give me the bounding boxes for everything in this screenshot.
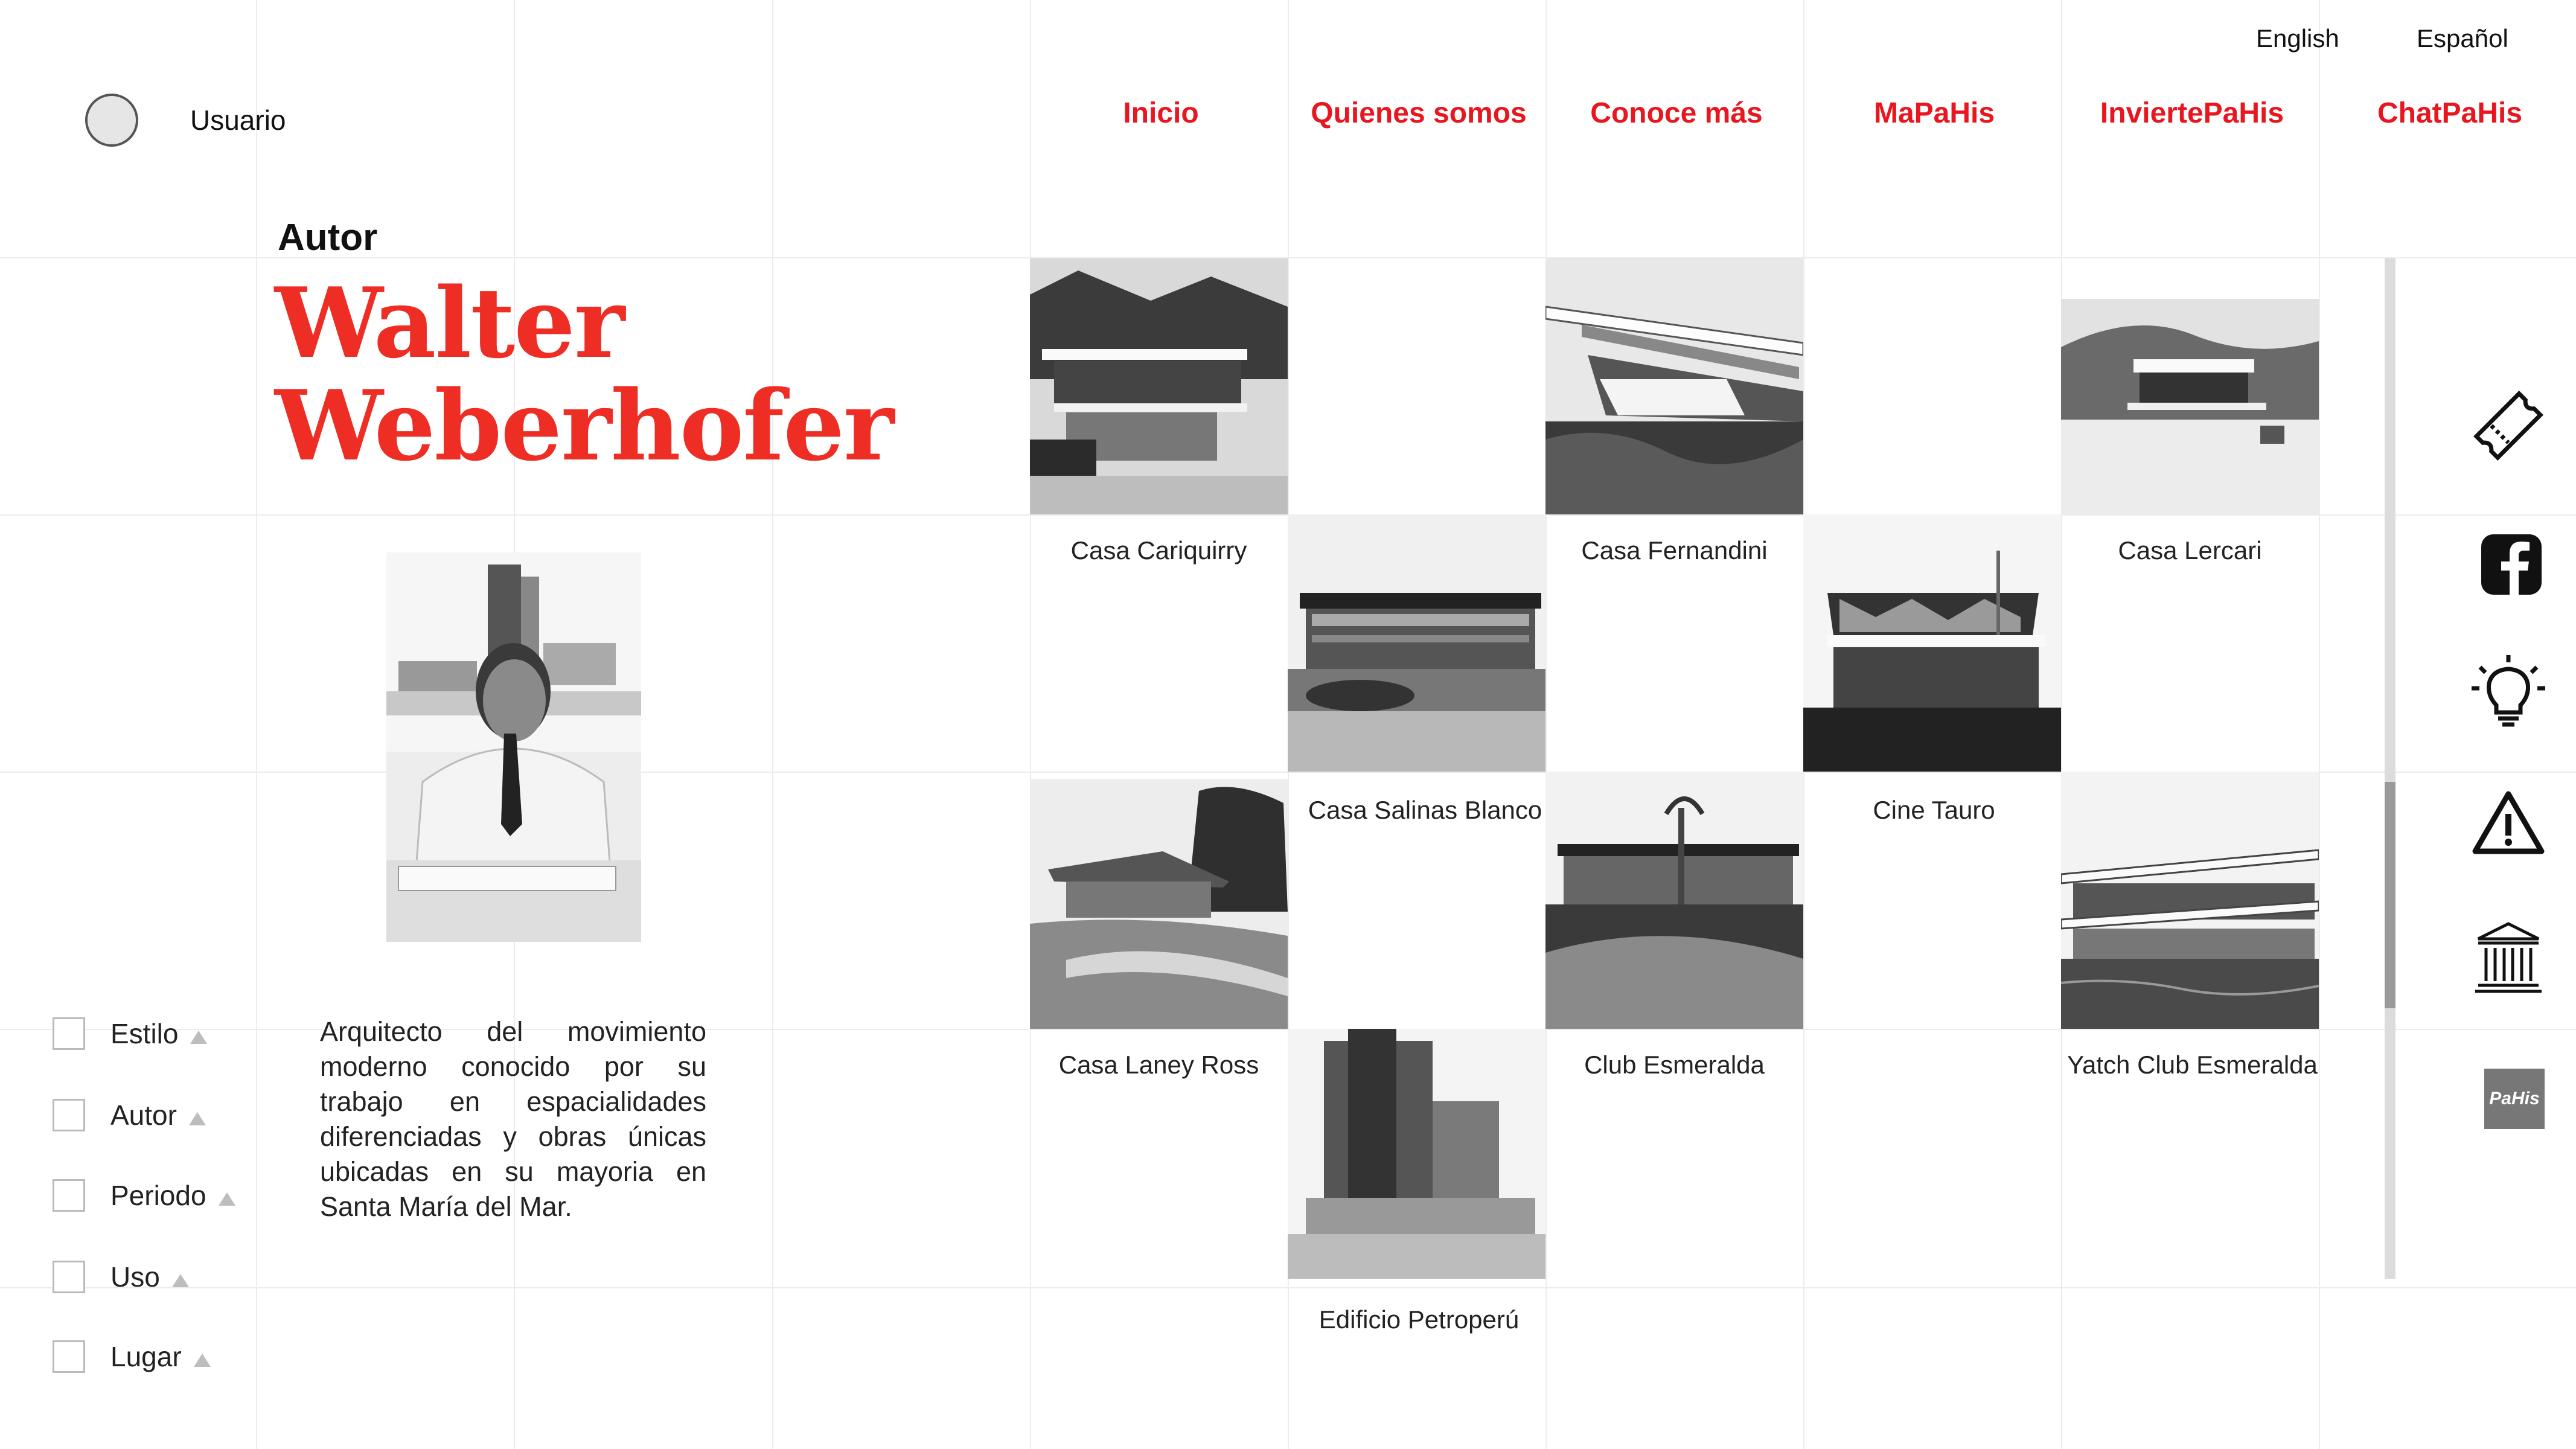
author-first-name: Walter [275, 266, 625, 380]
pahis-logo-icon[interactable]: PaHis [2484, 1069, 2545, 1129]
project-image-club-esmeralda[interactable] [1545, 772, 1803, 1029]
project-caption-yatch-club-esmeralda[interactable]: Yatch Club Esmeralda [2063, 1051, 2321, 1080]
project-image-casa-salinas-blanco[interactable] [1288, 514, 1545, 772]
project-image-cine-tauro[interactable] [1803, 514, 2061, 772]
project-image-edificio-petroperu[interactable] [1288, 1029, 1545, 1279]
pahis-badge-text: PaHis [2489, 1089, 2540, 1108]
checkbox[interactable] [53, 1261, 85, 1293]
author-kicker: Autor [278, 217, 378, 258]
triangle-up-icon[interactable] [190, 1031, 208, 1044]
project-caption-edificio-petroperu[interactable]: Edificio Petroperú [1290, 1305, 1548, 1334]
project-caption-casa-fernandini[interactable]: Casa Fernandini [1545, 536, 1803, 565]
checkbox[interactable] [53, 1340, 85, 1373]
filter-uso[interactable]: Uso [53, 1261, 189, 1293]
user-label[interactable]: Usuario [190, 104, 286, 136]
triangle-up-icon[interactable] [193, 1354, 211, 1367]
author-last-name: Weberhofer [275, 369, 894, 482]
checkbox[interactable] [53, 1179, 85, 1212]
project-caption-casa-laney-ross[interactable]: Casa Laney Ross [1030, 1051, 1288, 1080]
project-caption-cine-tauro[interactable]: Cine Tauro [1805, 796, 2063, 825]
grid-line [256, 0, 257, 1449]
ticket-icon[interactable] [2469, 386, 2548, 465]
project-image-yatch-club-esmeralda[interactable] [2061, 772, 2319, 1029]
filter-label: Estilo [110, 1018, 179, 1049]
grid-line [2319, 0, 2320, 1449]
checkbox[interactable] [53, 1017, 85, 1050]
triangle-up-icon[interactable] [171, 1274, 189, 1287]
grid-line [0, 257, 2576, 258]
project-image-casa-fernandini[interactable] [1545, 258, 1803, 514]
nav-quienes-somos[interactable]: Quienes somos [1289, 97, 1548, 130]
warning-icon[interactable] [2469, 785, 2548, 863]
language-espanol[interactable]: Español [2417, 24, 2508, 53]
filter-label: Uso [110, 1261, 160, 1293]
author-portrait [386, 552, 641, 942]
project-image-casa-lercari[interactable] [2061, 299, 2319, 514]
scrollbar-track[interactable] [2385, 258, 2395, 1279]
nav-inicio[interactable]: Inicio [1031, 97, 1291, 130]
museum-icon[interactable] [2469, 918, 2548, 996]
triangle-up-icon[interactable] [188, 1112, 206, 1125]
grid-line [1545, 0, 1547, 1449]
grid-line [1030, 0, 1031, 1449]
filter-lugar[interactable]: Lugar [53, 1340, 211, 1373]
project-caption-casa-salinas-blanco[interactable]: Casa Salinas Blanco [1296, 796, 1554, 825]
project-image-casa-laney-ross[interactable] [1030, 779, 1288, 1029]
facebook-icon[interactable] [2469, 525, 2548, 604]
language-english[interactable]: English [2256, 24, 2339, 53]
nav-mapahis[interactable]: MaPaHis [1804, 97, 2064, 130]
author-name: Walter Weberhofer [275, 266, 894, 482]
grid-line [0, 1287, 2576, 1288]
grid-line [2061, 0, 2062, 1449]
filter-label: Lugar [110, 1341, 182, 1372]
triangle-up-icon[interactable] [218, 1192, 235, 1206]
filter-label: Periodo [110, 1180, 206, 1211]
nav-conoce-mas[interactable]: Conoce más [1547, 97, 1806, 130]
scrollbar-thumb[interactable] [2385, 782, 2395, 1008]
nav-chatpahis[interactable]: ChatPaHis [2320, 97, 2576, 130]
filter-estilo[interactable]: Estilo [53, 1017, 208, 1050]
filter-autor[interactable]: Autor [53, 1099, 206, 1131]
project-image-casa-cariquirry[interactable] [1030, 258, 1288, 514]
author-description: Arquitecto del movimiento moderno conoci… [320, 1016, 706, 1222]
checkbox[interactable] [53, 1099, 85, 1131]
lightbulb-icon[interactable] [2469, 652, 2548, 731]
project-caption-club-esmeralda[interactable]: Club Esmeralda [1545, 1051, 1803, 1080]
filter-label: Autor [110, 1099, 177, 1131]
filter-periodo[interactable]: Periodo [53, 1179, 235, 1212]
nav-inviertepahis[interactable]: InviertePaHis [2062, 97, 2322, 130]
project-caption-casa-cariquirry[interactable]: Casa Cariquirry [1030, 536, 1288, 565]
project-caption-casa-lercari[interactable]: Casa Lercari [2061, 536, 2319, 565]
grid-line [772, 0, 773, 1449]
user-avatar[interactable] [85, 94, 138, 147]
